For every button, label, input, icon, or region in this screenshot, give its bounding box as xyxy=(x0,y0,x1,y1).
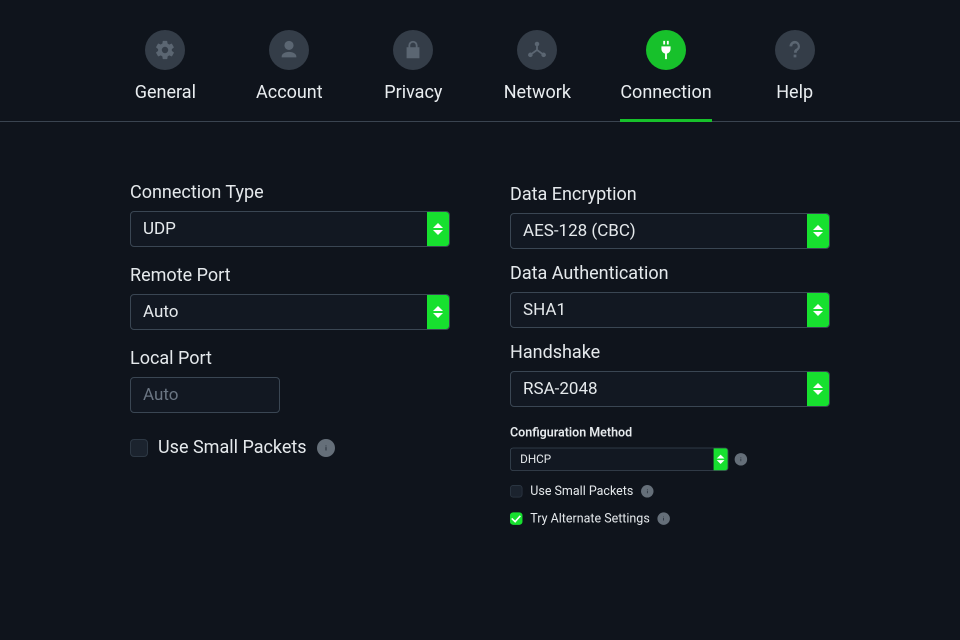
stepper-icon xyxy=(807,293,829,327)
info-icon[interactable] xyxy=(641,485,653,497)
field-data-encryption: Data Encryption AES-128 (CBC) xyxy=(510,184,830,249)
try-alternate-settings-label: Try Alternate Settings xyxy=(530,511,649,526)
right-column: Data Encryption AES-128 (CBC) Data Authe… xyxy=(510,184,830,554)
stepper-icon xyxy=(807,372,829,406)
remote-port-value: Auto xyxy=(143,302,178,322)
field-data-authentication: Data Authentication SHA1 xyxy=(510,263,830,328)
field-connection-type: Connection Type UDP xyxy=(130,182,450,247)
tab-privacy[interactable]: Privacy xyxy=(372,30,454,121)
checkbox-box-icon xyxy=(130,439,148,457)
connection-type-select[interactable]: UDP xyxy=(130,211,450,247)
tab-help[interactable]: Help xyxy=(754,30,836,121)
tab-account[interactable]: Account xyxy=(248,30,330,121)
use-small-packets-label: Use Small Packets xyxy=(158,437,307,458)
config-use-small-packets-label: Use Small Packets xyxy=(530,484,633,499)
tab-connection[interactable]: Connection xyxy=(620,30,711,121)
handshake-value: RSA-2048 xyxy=(523,379,598,399)
lock-icon xyxy=(393,30,433,70)
remote-port-label: Remote Port xyxy=(130,265,450,286)
field-handshake: Handshake RSA-2048 xyxy=(510,342,830,407)
tab-network[interactable]: Network xyxy=(496,30,578,121)
stepper-icon xyxy=(427,295,449,329)
connection-type-value: UDP xyxy=(143,219,176,239)
info-icon[interactable] xyxy=(735,453,747,465)
info-icon[interactable] xyxy=(317,439,335,457)
tab-network-label: Network xyxy=(504,82,571,103)
left-column: Connection Type UDP Remote Port Auto Loc… xyxy=(130,182,450,554)
data-authentication-value: SHA1 xyxy=(523,300,566,320)
data-authentication-select[interactable]: SHA1 xyxy=(510,292,830,328)
plug-icon xyxy=(646,30,686,70)
data-encryption-select[interactable]: AES-128 (CBC) xyxy=(510,213,830,249)
use-small-packets-checkbox[interactable]: Use Small Packets xyxy=(130,437,450,458)
tab-general[interactable]: General xyxy=(124,30,206,121)
connection-type-label: Connection Type xyxy=(130,182,450,203)
config-use-small-packets-checkbox[interactable]: Use Small Packets xyxy=(510,484,760,499)
data-encryption-label: Data Encryption xyxy=(510,184,830,205)
try-alternate-settings-checkbox[interactable]: Try Alternate Settings xyxy=(510,511,760,526)
stepper-icon xyxy=(427,212,449,246)
handshake-select[interactable]: RSA-2048 xyxy=(510,371,830,407)
tab-connection-label: Connection xyxy=(620,82,711,103)
config-method-label: Configuration Method xyxy=(510,425,760,440)
tab-account-label: Account xyxy=(256,82,323,103)
config-method-value: DHCP xyxy=(520,452,551,466)
stepper-icon xyxy=(807,214,829,248)
config-block: Configuration Method DHCP Use Small Pack… xyxy=(510,425,760,526)
tab-general-label: General xyxy=(135,82,196,103)
field-remote-port: Remote Port Auto xyxy=(130,265,450,330)
local-port-label: Local Port xyxy=(130,348,450,369)
network-icon xyxy=(517,30,557,70)
config-method-select[interactable]: DHCP xyxy=(510,448,728,471)
local-port-input[interactable]: Auto xyxy=(130,377,280,413)
settings-tabs: General Account Privacy Network Connecti… xyxy=(0,0,960,122)
gear-icon xyxy=(145,30,185,70)
question-icon xyxy=(775,30,815,70)
user-icon xyxy=(269,30,309,70)
connection-settings: Connection Type UDP Remote Port Auto Loc… xyxy=(0,122,960,554)
handshake-label: Handshake xyxy=(510,342,830,363)
checkbox-box-icon xyxy=(510,485,522,497)
info-icon[interactable] xyxy=(658,512,670,524)
data-encryption-value: AES-128 (CBC) xyxy=(523,221,636,241)
remote-port-select[interactable]: Auto xyxy=(130,294,450,330)
tab-help-label: Help xyxy=(776,82,813,103)
stepper-icon xyxy=(714,448,728,470)
field-local-port: Local Port Auto xyxy=(130,348,450,413)
local-port-placeholder: Auto xyxy=(143,385,178,405)
tab-privacy-label: Privacy xyxy=(384,82,442,103)
checkbox-box-icon xyxy=(510,512,522,524)
data-authentication-label: Data Authentication xyxy=(510,263,830,284)
